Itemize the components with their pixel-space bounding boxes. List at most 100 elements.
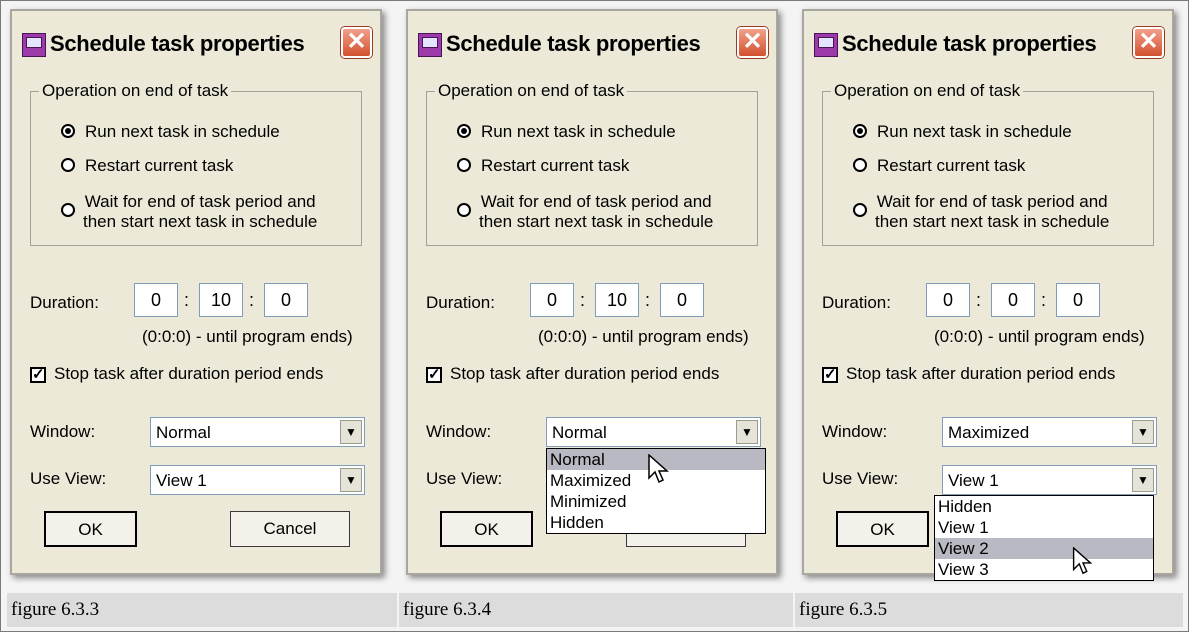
radio-selected-icon xyxy=(853,124,867,138)
dropdown-option-view-1[interactable]: View 1 xyxy=(935,517,1153,538)
group-label: Operation on end of task xyxy=(39,81,232,101)
figure-caption: figure 6.3.5 xyxy=(795,593,1183,627)
separator: : xyxy=(976,290,982,310)
chevron-down-icon[interactable]: ▼ xyxy=(1132,468,1154,492)
radio-label: Run next task in schedule xyxy=(481,122,676,141)
radio-label: Restart current task xyxy=(481,156,630,175)
radio-label: Wait for end of task period and then star… xyxy=(83,192,317,232)
ok-button[interactable]: OK xyxy=(836,511,929,547)
hours-input[interactable]: 0 xyxy=(926,283,970,317)
checkbox-label: Stop task after duration period ends xyxy=(846,364,1116,383)
minutes-input[interactable]: 0 xyxy=(991,283,1035,317)
seconds-input[interactable]: 0 xyxy=(264,283,308,317)
radio-icon xyxy=(61,203,75,217)
title-bar: Schedule task properties ✕ xyxy=(408,11,776,73)
separator: : xyxy=(1041,290,1047,310)
minutes-input[interactable]: 10 xyxy=(199,283,243,317)
app-icon xyxy=(22,33,46,57)
radio-label: Run next task in schedule xyxy=(877,122,1072,141)
radio-label: Wait for end of task period and then star… xyxy=(479,192,713,232)
close-button[interactable]: ✕ xyxy=(1133,27,1164,58)
seconds-input[interactable]: 0 xyxy=(1056,283,1100,317)
caption-bar: figure 6.3.3 figure 6.3.4 figure 6.3.5 xyxy=(7,593,1183,627)
mouse-cursor-icon xyxy=(1072,547,1093,575)
radio-label: Wait for end of task period and then star… xyxy=(875,192,1109,232)
use-view-label: Use View: xyxy=(822,469,899,488)
mouse-cursor-icon xyxy=(648,454,669,484)
duration-hint: (0:0:0) - until program ends) xyxy=(538,327,749,346)
dropdown-option-hidden[interactable]: Hidden xyxy=(935,496,1153,517)
chevron-down-icon[interactable]: ▼ xyxy=(1132,420,1154,444)
dialog-title: Schedule task properties xyxy=(842,31,1097,56)
duration-label: Duration: xyxy=(426,293,495,312)
use-view-dropdown-list: Hidden View 1 View 2 View 3 xyxy=(934,495,1154,581)
radio-label: Restart current task xyxy=(85,156,234,175)
stop-task-checkbox[interactable]: ✓ xyxy=(30,367,46,383)
figure-panel-1: Schedule task properties ✕ Operation on … xyxy=(4,3,396,593)
use-view-label: Use View: xyxy=(30,469,107,488)
window-select[interactable]: Normal ▼ xyxy=(150,417,365,447)
app-icon xyxy=(814,33,838,57)
use-view-select-value: View 1 xyxy=(156,471,207,490)
checkbox-label: Stop task after duration period ends xyxy=(450,364,720,383)
duration-hint: (0:0:0) - until program ends) xyxy=(142,327,353,346)
stop-task-checkbox[interactable]: ✓ xyxy=(822,367,838,383)
minutes-input[interactable]: 10 xyxy=(595,283,639,317)
schedule-task-dialog: Schedule task properties ✕ Operation on … xyxy=(10,9,382,575)
radio-label: Run next task in schedule xyxy=(85,122,280,141)
separator: : xyxy=(645,290,651,310)
separator: : xyxy=(580,290,586,310)
radio-label-line-1: Wait for end of task period and xyxy=(84,192,316,211)
hours-input[interactable]: 0 xyxy=(530,283,574,317)
chevron-down-icon[interactable]: ▼ xyxy=(340,468,362,492)
end-of-task-group: Operation on end of task Run next task i… xyxy=(426,81,758,246)
figure-caption: figure 6.3.4 xyxy=(399,593,795,627)
end-of-task-group: Operation on end of task Run next task i… xyxy=(822,81,1154,246)
ok-button[interactable]: OK xyxy=(440,511,533,547)
hours-input[interactable]: 0 xyxy=(134,283,178,317)
window-label: Window: xyxy=(30,422,96,441)
radio-icon xyxy=(457,158,471,172)
figure-panel-2: Schedule task properties ✕ Operation on … xyxy=(400,3,792,593)
title-bar: Schedule task properties ✕ xyxy=(12,11,380,73)
radio-selected-icon xyxy=(61,124,75,138)
close-button[interactable]: ✕ xyxy=(341,27,372,58)
figure-panel-3: Schedule task properties ✕ Operation on … xyxy=(796,3,1188,593)
radio-label-line-2: then start next task in schedule xyxy=(875,212,1110,231)
duration-label: Duration: xyxy=(822,293,891,312)
chevron-down-icon[interactable]: ▼ xyxy=(736,420,758,444)
chevron-down-icon[interactable]: ▼ xyxy=(340,420,362,444)
checkbox-label: Stop task after duration period ends xyxy=(54,364,324,383)
figure-caption: figure 6.3.3 xyxy=(7,593,399,627)
duration-hint: (0:0:0) - until program ends) xyxy=(934,327,1145,346)
figure-frame: Schedule task properties ✕ Operation on … xyxy=(0,0,1189,632)
radio-icon xyxy=(457,203,471,217)
separator: : xyxy=(184,290,190,310)
radio-icon xyxy=(853,203,867,217)
radio-label-line-1: Wait for end of task period and xyxy=(876,192,1108,211)
ok-button[interactable]: OK xyxy=(44,511,137,547)
schedule-task-dialog: Schedule task properties ✕ Operation on … xyxy=(406,9,778,575)
cancel-button[interactable]: Cancel xyxy=(230,511,350,547)
window-label: Window: xyxy=(426,422,492,441)
dialog-title: Schedule task properties xyxy=(446,31,701,56)
app-icon xyxy=(418,33,442,57)
radio-label-line-1: Wait for end of task period and xyxy=(480,192,712,211)
stop-task-checkbox[interactable]: ✓ xyxy=(426,367,442,383)
group-label: Operation on end of task xyxy=(435,81,628,101)
use-view-select[interactable]: View 1 ▼ xyxy=(150,465,365,495)
dropdown-option-minimized[interactable]: Minimized xyxy=(547,491,765,512)
use-view-select[interactable]: View 1 ▼ xyxy=(942,465,1157,495)
use-view-select-value: View 1 xyxy=(948,471,999,490)
close-button[interactable]: ✕ xyxy=(737,27,768,58)
duration-label: Duration: xyxy=(30,293,99,312)
radio-icon xyxy=(853,158,867,172)
window-select[interactable]: Maximized ▼ xyxy=(942,417,1157,447)
dropdown-option-view-2[interactable]: View 2 xyxy=(935,538,1153,559)
window-select[interactable]: Normal ▼ xyxy=(546,417,761,447)
dropdown-option-hidden[interactable]: Hidden xyxy=(547,512,765,533)
title-bar: Schedule task properties ✕ xyxy=(804,11,1172,73)
dropdown-option-view-3[interactable]: View 3 xyxy=(935,559,1153,580)
use-view-label: Use View: xyxy=(426,469,503,488)
seconds-input[interactable]: 0 xyxy=(660,283,704,317)
